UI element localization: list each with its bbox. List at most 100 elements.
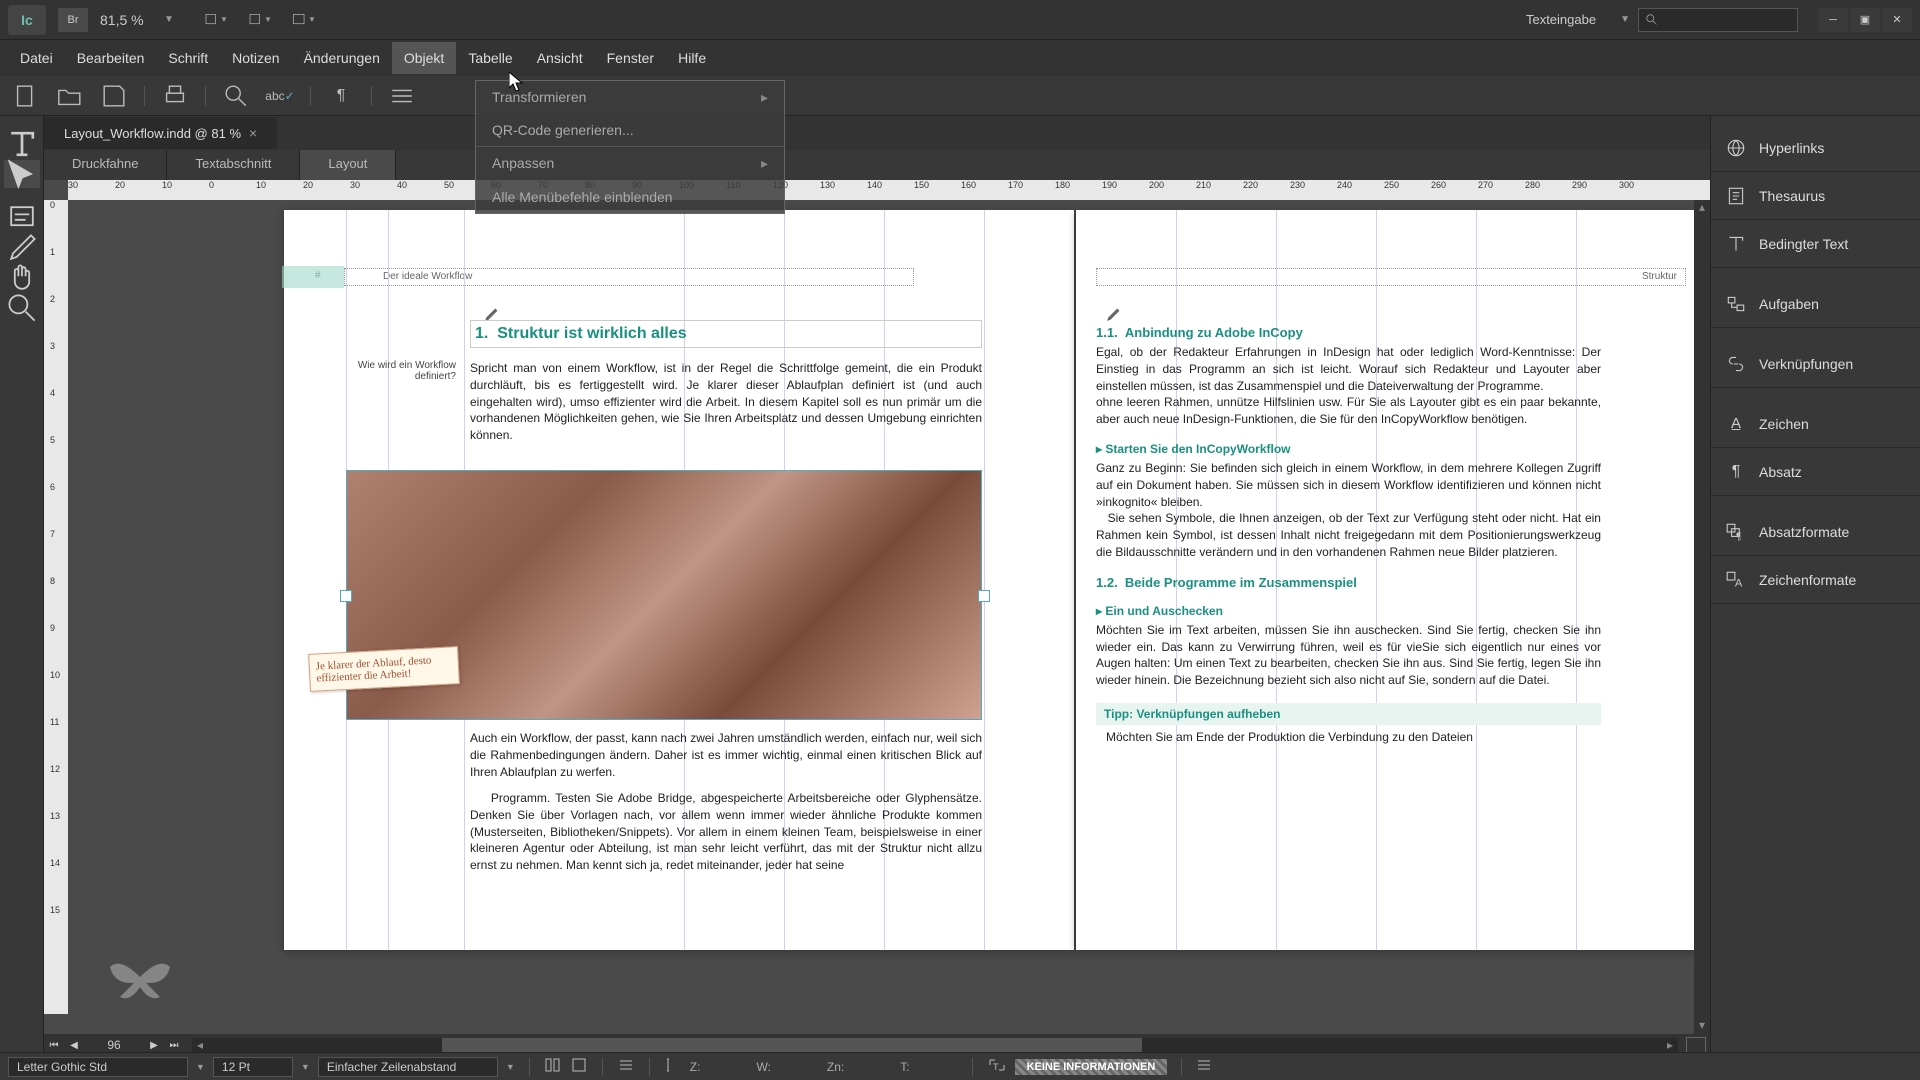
fit-icon[interactable]: T	[987, 1056, 1007, 1077]
font-size-select[interactable]: 12 Pt	[213, 1057, 293, 1077]
panel-assignments[interactable]: Aufgaben	[1711, 280, 1920, 328]
dropdown-alle-befehle[interactable]: Alle Menübefehle einblenden	[476, 181, 784, 213]
minimize-button[interactable]: ─	[1818, 8, 1848, 32]
menu-bearbeiten[interactable]: Bearbeiten	[65, 42, 157, 74]
open-icon[interactable]	[56, 84, 84, 108]
panel-character-styles[interactable]: AZeichenformate	[1711, 556, 1920, 604]
para1: Spricht man von einem Workflow, ist in d…	[470, 360, 982, 444]
print-icon[interactable]	[161, 84, 189, 108]
new-doc-icon[interactable]	[12, 84, 40, 108]
panel-thesaurus[interactable]: Thesaurus	[1711, 172, 1920, 220]
right-panels: Hyperlinks Thesaurus Bedingter Text Aufg…	[1710, 116, 1920, 1056]
leading-select[interactable]: Einfacher Zeilenabstand	[318, 1057, 498, 1077]
type-tool[interactable]	[4, 130, 40, 158]
note-tool[interactable]	[4, 204, 40, 232]
menu-datei[interactable]: Datei	[8, 42, 65, 74]
tip-box: Tipp: Verknüpfungen aufheben	[1096, 703, 1601, 725]
menu-hilfe[interactable]: Hilfe	[666, 42, 718, 74]
menu-aenderungen[interactable]: Änderungen	[292, 42, 392, 74]
view-mode-icon-1[interactable]: ▼	[204, 10, 228, 30]
p2: Ganz zu Beginn: Sie befinden sich gleich…	[1096, 460, 1601, 510]
h2: 1.2. Beide Programme im Zusammenspiel	[1096, 575, 1601, 590]
align-icon[interactable]	[617, 1056, 635, 1077]
menu-tabelle[interactable]: Tabelle	[456, 42, 524, 74]
workspace-selector[interactable]: Texteingabe	[1518, 8, 1612, 31]
vertical-scrollbar[interactable]: ▴ ▾	[1694, 200, 1710, 1034]
para3: Programm. Testen Sie Adobe Bridge, abges…	[470, 790, 982, 874]
p1b: ohne leeren Rahmen, unnütze Hilfslinien …	[1096, 394, 1601, 428]
panel-conditional-text[interactable]: Bedingter Text	[1711, 220, 1920, 268]
para2: Auch ein Workflow, der passt, kann nach …	[470, 730, 982, 780]
watermark-icon	[100, 947, 180, 1010]
page-header-left: # Der ideale Workflow	[344, 268, 914, 286]
menu-schrift[interactable]: Schrift	[156, 42, 220, 74]
assignments-icon	[1725, 293, 1747, 315]
subtoolbar: abc✓ ¶	[0, 76, 1920, 116]
menu-icon[interactable]	[1196, 1057, 1212, 1076]
search-icon	[1645, 13, 1659, 27]
conditional-text-icon	[1725, 233, 1747, 255]
dropdown-qrcode[interactable]: QR-Code generieren...	[476, 114, 784, 146]
workspace-dropdown-icon[interactable]: ▼	[1620, 14, 1630, 25]
view-toggle-icon[interactable]	[1686, 1037, 1706, 1053]
font-family-select[interactable]: Letter Gothic Std	[8, 1057, 188, 1077]
zoom-level[interactable]: 81,5 %	[100, 12, 160, 28]
spellcheck-icon[interactable]: abc✓	[266, 84, 294, 108]
document-tab[interactable]: Layout_Workflow.indd @ 81 % ×	[44, 117, 277, 149]
maximize-button[interactable]: ▣	[1850, 8, 1880, 32]
menu-ansicht[interactable]: Ansicht	[525, 42, 595, 74]
canvas[interactable]: 0123456789101112131415 # Der ideale Work…	[44, 200, 1710, 1034]
last-page-button[interactable]: ⏭	[164, 1040, 184, 1051]
zoom-tool[interactable]	[4, 294, 40, 322]
horizontal-scrollbar[interactable]: ◂ ▸	[192, 1038, 1678, 1052]
frame-icon[interactable]	[570, 1056, 588, 1077]
first-page-button[interactable]: ⏮	[44, 1040, 64, 1051]
view-tab-druckfahne[interactable]: Druckfahne	[44, 150, 167, 180]
lines-icon[interactable]	[388, 84, 416, 108]
menu-objekt[interactable]: Objekt	[392, 42, 456, 74]
side-question: Wie wird ein Workflow definiert?	[346, 360, 456, 382]
zoom-dropdown-icon[interactable]: ▼	[164, 14, 174, 25]
page-number[interactable]: 96	[84, 1038, 144, 1052]
edit-marker-icon	[1106, 304, 1124, 322]
sh1: ▸ Starten Sie den InCopyWorkflow	[1096, 442, 1601, 456]
position-tool[interactable]	[4, 160, 40, 188]
menu-fenster[interactable]: Fenster	[595, 42, 666, 74]
columns-icon[interactable]	[544, 1056, 562, 1077]
view-mode-icon-3[interactable]: ▼	[292, 10, 316, 30]
close-tab-icon[interactable]: ×	[249, 125, 257, 141]
selection-handle-left[interactable]	[340, 590, 352, 602]
panel-links[interactable]: Verknüpfungen	[1711, 340, 1920, 388]
page-right: Struktur 1.1. Anbindung zu Adobe InCopy …	[1076, 210, 1696, 950]
find-icon[interactable]	[222, 84, 250, 108]
next-page-button[interactable]: ▶	[144, 1040, 164, 1051]
view-tab-layout[interactable]: Layout	[300, 150, 396, 180]
page-left: # Der ideale Workflow 1. Struktur ist wi…	[284, 210, 1074, 950]
close-button[interactable]: ✕	[1882, 8, 1912, 32]
depth-icon[interactable]	[664, 1056, 682, 1077]
panel-paragraph[interactable]: ¶Absatz	[1711, 448, 1920, 496]
menu-notizen[interactable]: Notizen	[220, 42, 291, 74]
bridge-button[interactable]: Br	[58, 8, 88, 32]
hyperlinks-icon	[1725, 137, 1747, 159]
panel-hyperlinks[interactable]: Hyperlinks	[1711, 124, 1920, 172]
dropdown-anpassen[interactable]: Anpassen▸	[476, 147, 784, 180]
panel-character[interactable]: A̲Zeichen	[1711, 400, 1920, 448]
search-box[interactable]	[1638, 8, 1798, 32]
hand-tool[interactable]	[4, 264, 40, 292]
save-icon[interactable]	[100, 84, 128, 108]
view-mode-icon-2[interactable]: ▼	[248, 10, 272, 30]
eyedropper-tool[interactable]	[4, 234, 40, 262]
selection-handle-right[interactable]	[978, 590, 990, 602]
titlebar: Ic Br 81,5 % ▼ ▼ ▼ ▼ Texteingabe ▼ ─ ▣ ✕	[0, 0, 1920, 40]
prev-page-button[interactable]: ◀	[64, 1040, 84, 1051]
dropdown-transformieren[interactable]: Transformieren▸	[476, 81, 784, 114]
panel-paragraph-styles[interactable]: ¶Absatzformate	[1711, 508, 1920, 556]
left-toolbar	[0, 116, 44, 1056]
p4: Möchten Sie am Ende der Produktion die V…	[1096, 729, 1601, 746]
p1: Egal, ob der Redakteur Erfahrungen in In…	[1096, 344, 1601, 394]
pilcrow-icon[interactable]: ¶	[327, 84, 355, 108]
sticky-note: Je klarer der Ablauf, desto effizienter …	[308, 646, 460, 692]
view-tab-textabschnitt[interactable]: Textabschnitt	[167, 150, 300, 180]
app-logo: Ic	[8, 5, 46, 35]
